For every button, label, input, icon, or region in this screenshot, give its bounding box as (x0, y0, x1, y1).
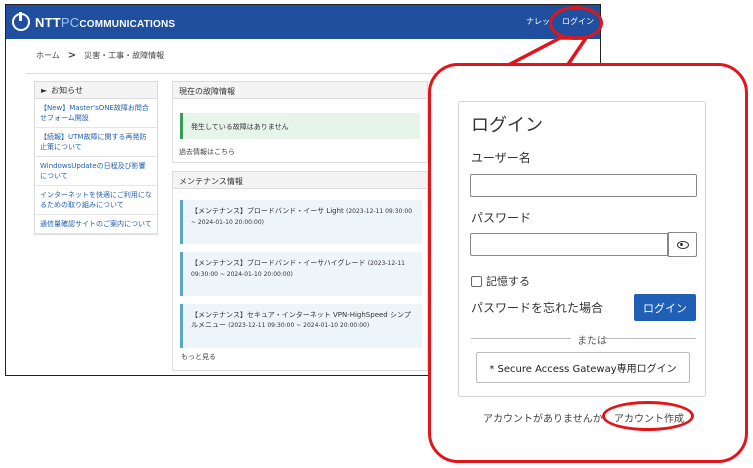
or-divider: または (471, 332, 696, 347)
past-info-link[interactable]: 過去情報はこちら (179, 147, 235, 157)
maintenance-panel: メンテナンス情報 【メンテナンス】ブロードバンド・イーサ Light (2023… (172, 171, 428, 371)
or-line-left (471, 338, 571, 339)
breadcrumb-separator: > (67, 50, 77, 61)
or-line-right (604, 338, 696, 339)
breadcrumb: ホーム > 災害・工事・故障情報 (36, 50, 164, 61)
eye-icon (676, 240, 689, 249)
maintenance-panel-title: メンテナンス情報 (173, 172, 427, 189)
forgot-password-link[interactable]: パスワードを忘れた場合 (471, 299, 603, 316)
news-item[interactable]: WindowsUpdateの日程及び影響について (35, 157, 157, 186)
news-panel: ► お知らせ 【New】Master'sONE故障お問合せフォーム開設 【続報】… (34, 81, 158, 235)
maintenance-item[interactable]: 【メンテナンス】セキュア・インターネット VPN-HighSpeed シンプルメ… (180, 304, 422, 348)
remember-checkbox[interactable] (471, 275, 482, 287)
or-text: または (577, 336, 607, 347)
maintenance-label: 【メンテナンス】ブロードバンド・イーサハイグレード (191, 259, 366, 267)
ntt-pc-logo[interactable]: NTTPCCOMMUNICATIONS (12, 11, 175, 33)
news-item[interactable]: 【続報】UTM故障に関する再発防止策について (35, 128, 157, 157)
login-card: ログイン ユーザー名 パスワード 記憶する パスワードを忘れた場合 ログイン ま… (458, 101, 706, 397)
sag-login-button[interactable]: * Secure Access Gateway専用ログイン (476, 352, 690, 383)
username-field[interactable] (470, 174, 697, 197)
news-item[interactable]: 【New】Master'sONE故障お問合せフォーム開設 (35, 99, 157, 128)
login-button[interactable]: ログイン (634, 294, 696, 321)
show-password-button[interactable] (668, 232, 697, 257)
maintenance-date: (2023-12-11 09:30:00 ~ 2024-01-10 20:00:… (228, 322, 370, 329)
fault-status-alert: 発生している故障はありません (180, 113, 420, 139)
brand-ntt: NTT (35, 14, 61, 30)
ntt-logo-icon (12, 12, 30, 31)
password-label: パスワード (471, 211, 532, 225)
maintenance-label: 【メンテナンス】ブロードバンド・イーサ Light (191, 207, 344, 215)
password-field[interactable] (470, 233, 668, 256)
megaphone-icon: ► (41, 85, 48, 95)
fault-info-panel: 現在の故障情報 発生している故障はありません 過去情報はこちら (172, 81, 428, 163)
top-navigation-bar: NTTPCCOMMUNICATIONS ナレッ ログイン (6, 5, 600, 39)
news-item[interactable]: インターネットを快適にご利用になるための取り組みについて (35, 186, 157, 215)
news-header: ► お知らせ (35, 82, 157, 99)
fault-panel-title: 現在の故障情報 (173, 82, 427, 99)
login-highlight-circle (549, 6, 603, 40)
breadcrumb-home[interactable]: ホーム (36, 50, 60, 61)
remember-label: 記憶する (486, 275, 530, 288)
news-item[interactable]: 通信量確認サイトのご案内について (35, 215, 157, 234)
knowledge-link[interactable]: ナレッ (526, 16, 550, 27)
brand-communications: COMMUNICATIONS (79, 18, 176, 30)
create-account-highlight-circle (602, 401, 694, 431)
maintenance-item[interactable]: 【メンテナンス】ブロードバンド・イーサ Light (2023-12-11 09… (180, 200, 422, 244)
more-link[interactable]: もっと見る (181, 352, 216, 362)
brand-pc: PC (60, 14, 80, 30)
maintenance-item[interactable]: 【メンテナンス】ブロードバンド・イーサハイグレード (2023-12-11 09… (180, 252, 422, 296)
news-title: お知らせ (51, 85, 83, 95)
breadcrumb-current: 災害・工事・故障情報 (84, 51, 165, 60)
brand-text: NTTPCCOMMUNICATIONS (35, 15, 175, 30)
username-label: ユーザー名 (471, 151, 531, 165)
login-title: ログイン (471, 115, 543, 136)
remember-me[interactable]: 記憶する (471, 273, 530, 289)
no-account-text: アカウントがありませんか (483, 414, 603, 425)
